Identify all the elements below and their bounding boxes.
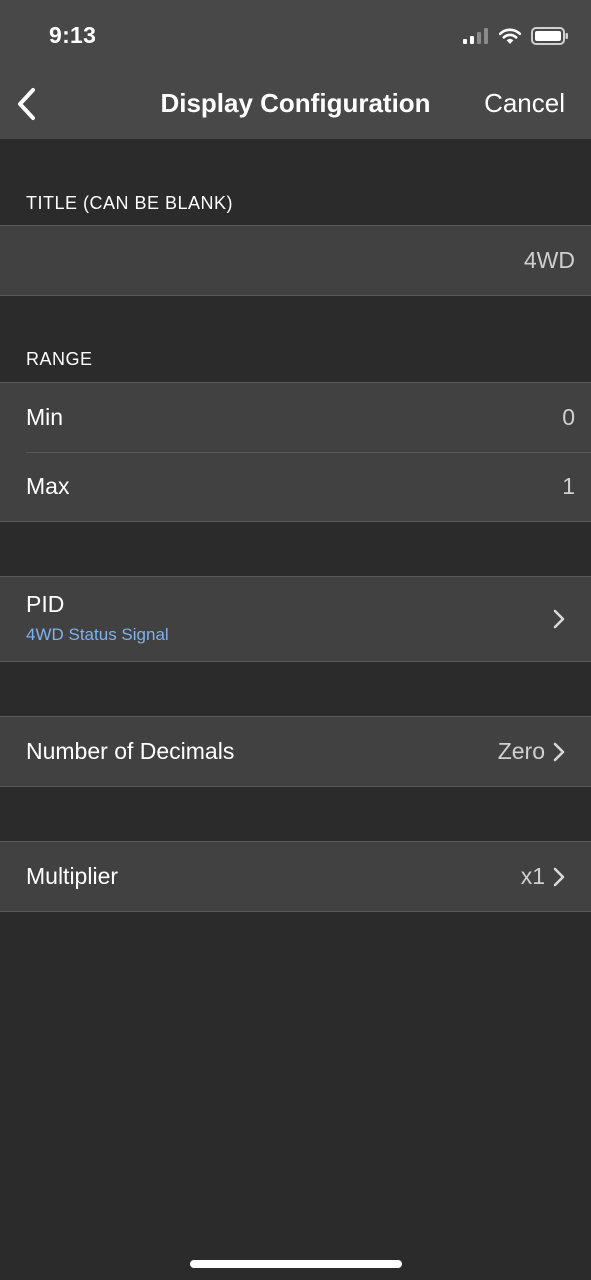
- status-icons: [463, 26, 569, 46]
- decimals-label: Number of Decimals: [26, 738, 235, 764]
- range-max-value[interactable]: 1: [562, 473, 575, 500]
- range-max-label: Max: [26, 473, 70, 499]
- multiplier-row[interactable]: Multiplier x1: [0, 842, 591, 911]
- pid-group: PID 4WD Status Signal: [0, 576, 591, 662]
- decimals-group: Number of Decimals Zero: [0, 716, 591, 787]
- title-section-header: TITLE (CAN BE BLANK): [26, 193, 234, 213]
- decimals-value: Zero: [497, 738, 545, 764]
- pid-label: PID: [26, 591, 65, 617]
- title-input-row[interactable]: 4WD: [0, 226, 591, 295]
- wifi-icon: [498, 28, 522, 44]
- title-input-value[interactable]: 4WD: [524, 247, 575, 274]
- multiplier-group: Multiplier x1: [0, 841, 591, 912]
- signal-icon: [463, 28, 488, 44]
- cancel-button[interactable]: Cancel: [484, 88, 565, 119]
- chevron-right-icon: [551, 866, 567, 888]
- decimals-row[interactable]: Number of Decimals Zero: [0, 717, 591, 786]
- home-indicator[interactable]: [190, 1260, 402, 1268]
- chevron-right-icon: [551, 741, 567, 763]
- chevron-right-icon: [551, 608, 567, 630]
- battery-icon: [531, 27, 568, 45]
- pid-subtitle: 4WD Status Signal: [26, 625, 169, 644]
- range-group: Min 0 Max 1: [0, 382, 591, 522]
- multiplier-value: x1: [520, 863, 545, 889]
- pid-row[interactable]: PID 4WD Status Signal: [0, 577, 591, 661]
- range-section-header: RANGE: [26, 349, 93, 369]
- title-group: 4WD: [0, 225, 591, 296]
- range-max-row[interactable]: Max 1: [0, 452, 591, 521]
- range-min-row[interactable]: Min 0: [0, 383, 591, 452]
- multiplier-label: Multiplier: [26, 863, 119, 889]
- range-min-value[interactable]: 0: [562, 404, 575, 431]
- navigation-bar: 9:13 Display Configuration Cancel: [0, 0, 591, 139]
- range-min-label: Min: [26, 404, 64, 430]
- page-title-text: Display Configuration: [160, 88, 431, 118]
- status-time: 9:13: [49, 22, 97, 48]
